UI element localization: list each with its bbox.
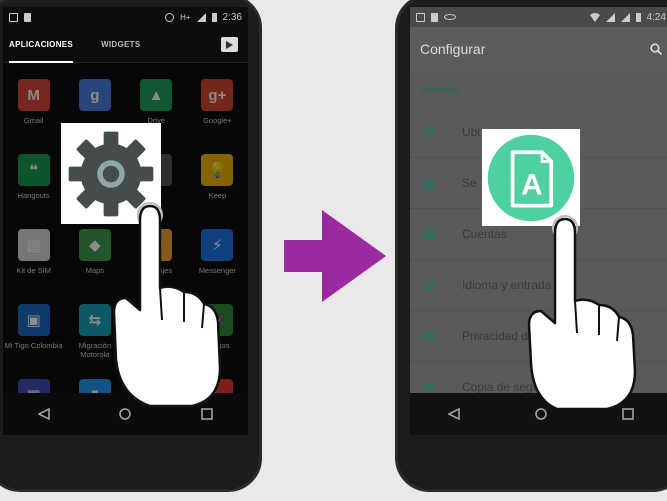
back-icon[interactable] xyxy=(37,407,51,421)
signal-icon xyxy=(620,12,630,22)
clock: 4:24 xyxy=(646,11,666,23)
app-kit-de-sim[interactable]: ▤ Kit de SIM xyxy=(3,229,64,284)
voicemail-icon xyxy=(444,14,456,20)
app-gmail[interactable]: M Gmail xyxy=(3,79,64,134)
tigo-icon: ▣ xyxy=(17,304,50,336)
signal-label: H+ xyxy=(180,12,191,22)
signal-icon xyxy=(605,12,615,22)
status-bar: 4:24 xyxy=(410,7,667,27)
settings-row-label: Cuentas xyxy=(462,227,507,241)
location-icon xyxy=(424,126,434,138)
gmail-icon: M xyxy=(17,79,50,111)
signal-icon xyxy=(196,12,206,22)
screenshot-icon xyxy=(9,12,18,22)
clock: 2:36 xyxy=(222,11,242,23)
tab-aplicaciones[interactable]: APLICACIONES xyxy=(9,27,74,63)
migration-icon: ⇆ xyxy=(78,304,111,336)
svg-text:A: A xyxy=(521,168,542,201)
app-hangouts[interactable]: ❝ Hangouts xyxy=(3,154,64,209)
app-label: Hangouts xyxy=(17,191,50,200)
sim-icon xyxy=(431,12,438,22)
language-icon xyxy=(422,278,436,292)
google-plus-icon: g+ xyxy=(201,79,234,111)
section-header: Personal xyxy=(422,85,461,95)
back-icon[interactable] xyxy=(447,407,461,421)
backup-icon xyxy=(422,382,435,391)
accounts-icon xyxy=(423,229,435,239)
settings-row-label: Privacidad d xyxy=(462,329,529,343)
play-store-icon[interactable] xyxy=(221,37,238,52)
app-label: Maps xyxy=(85,266,105,275)
next-step-arrow xyxy=(284,210,386,302)
search-icon[interactable] xyxy=(650,43,662,55)
hangouts-icon: ❝ xyxy=(17,154,50,186)
google-icon: g xyxy=(78,79,111,111)
app-google-[interactable]: g+ Google+ xyxy=(187,79,248,134)
app-mi-tigo-colombia[interactable]: ▣ Mi Tigo Colombia xyxy=(3,304,64,359)
app-a-tile[interactable]: A xyxy=(482,129,580,226)
settings-row-label: Se xyxy=(462,176,477,190)
page-title: Configurar xyxy=(420,41,486,57)
keep-icon: 💡 xyxy=(201,154,234,186)
alarm-icon xyxy=(165,12,175,22)
app-label: Google+ xyxy=(203,116,232,125)
status-bar: H+ 2:36 xyxy=(3,7,248,27)
settings-row-label: Ubi xyxy=(462,125,481,139)
privacy-icon xyxy=(423,332,435,341)
app-label: Gmail xyxy=(23,116,44,125)
wifi-icon xyxy=(589,12,600,22)
document-a-icon: A xyxy=(487,134,575,221)
drive-icon: ▲ xyxy=(140,79,173,111)
drawer-tabs: APLICACIONES WIDGETS xyxy=(3,27,248,63)
maps-icon: ◆ xyxy=(78,229,111,261)
lock-icon xyxy=(424,177,434,189)
sim-icon xyxy=(24,12,31,22)
battery-icon xyxy=(635,12,641,22)
app-label: Mi Tigo Colombia xyxy=(4,341,63,350)
app-label: Kit de SIM xyxy=(16,266,51,275)
battery-icon xyxy=(211,12,217,22)
pointing-hand-icon xyxy=(112,202,222,408)
screenshot-icon xyxy=(416,12,425,22)
pointing-hand-icon xyxy=(527,215,637,411)
sim-kit-icon: ▤ xyxy=(17,229,50,261)
tab-widgets[interactable]: WIDGETS xyxy=(101,27,140,63)
settings-appbar: Configurar xyxy=(410,27,667,71)
